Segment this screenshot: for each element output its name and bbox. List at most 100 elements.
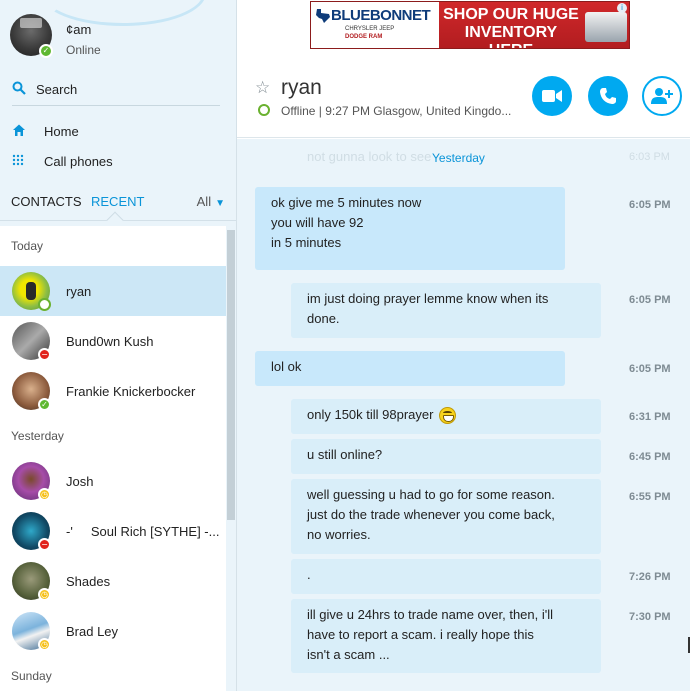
profile-card[interactable]: ✓ ¢am Online	[10, 14, 230, 62]
message-bubble-incoming[interactable]: ok give me 5 minutes now you will have 9…	[255, 187, 565, 270]
message-line: have to report a scam. i really hope thi…	[307, 627, 534, 642]
grin-emoji-icon	[439, 407, 457, 425]
away-status-icon: ◷	[38, 588, 51, 601]
nav-home-label: Home	[44, 123, 79, 139]
contact-row-ryan[interactable]: ryan	[0, 266, 226, 316]
contact-row-soul-rich[interactable]: − -' Soul Rich [SYTHE] -...	[0, 506, 226, 556]
away-status-icon: ◷	[38, 638, 51, 651]
message-line: done.	[307, 311, 340, 326]
ad-logo: BLUEBONNET CHRYSLER JEEP DODGE RAM	[311, 2, 439, 48]
truck-image	[585, 12, 627, 42]
nav-call-phones[interactable]: Call phones	[12, 149, 212, 173]
contact-name: Josh	[66, 474, 94, 489]
message-bubble-outgoing[interactable]: .	[291, 559, 601, 594]
message-bubble-outgoing[interactable]: im just doing prayer lemme know when its…	[291, 283, 601, 338]
dnd-status-icon: −	[38, 348, 51, 361]
online-status-icon: ✓	[39, 44, 53, 58]
section-today: Today	[11, 239, 44, 253]
scrollbar-thumb[interactable]	[227, 230, 235, 520]
contact-row-shades[interactable]: ◷ Shades	[0, 556, 226, 606]
ad-makes-line1: CHRYSLER JEEP	[345, 26, 395, 32]
ad-brand: BLUEBONNET	[331, 7, 431, 24]
phone-icon	[600, 88, 616, 104]
search-icon	[12, 81, 36, 99]
message-line: well guessing u had to go for some reaso…	[307, 487, 555, 502]
nav-call-phones-label: Call phones	[44, 153, 113, 169]
message-bubble-outgoing[interactable]: only 150k till 98prayer	[291, 399, 601, 434]
faded-message-time: 6:03 PM	[629, 151, 670, 163]
ad-makes-line2: DODGE RAM	[345, 34, 383, 40]
message-line: you will have 92	[271, 215, 364, 230]
message-timestamp: 6:55 PM	[629, 491, 671, 503]
presence-text: Offline | 9:27 PM Glasgow, United Kingdo…	[281, 104, 512, 118]
message-bubble-outgoing[interactable]: ill give u 24hrs to trade name over, the…	[291, 599, 601, 673]
message-timestamp: 6:05 PM	[629, 199, 671, 211]
contact-row-bund0wn-kush[interactable]: − Bund0wn Kush	[0, 316, 226, 366]
message-bubble-incoming[interactable]: lol ok	[255, 351, 565, 386]
texas-shape-icon	[316, 9, 330, 23]
add-person-icon	[651, 88, 673, 104]
ad-banner[interactable]: BLUEBONNET CHRYSLER JEEP DODGE RAM SHOP …	[310, 1, 630, 49]
recent-list: Today ryan − Bund0wn Kush ✓ Frankie Knic…	[0, 226, 226, 691]
message-timestamp: 6:45 PM	[629, 451, 671, 463]
tab-contacts[interactable]: CONTACTS	[11, 194, 82, 209]
message-line: ok give me 5 minutes now	[271, 195, 422, 210]
message-line: u still online?	[307, 447, 383, 462]
conversation-pane[interactable]: not gunna look to see 6:03 PM Yesterday …	[237, 139, 690, 691]
message-bubble-outgoing[interactable]: well guessing u had to go for some reaso…	[291, 479, 601, 554]
video-camera-icon	[542, 90, 562, 102]
profile-name: ¢am	[66, 22, 92, 37]
message-line: just do the trade whenever you come back…	[307, 507, 555, 522]
contacts-scrollbar[interactable]	[226, 226, 236, 691]
chat-title: ryan	[281, 76, 322, 99]
contact-name: ryan	[66, 284, 92, 299]
contact-name: Frankie Knickerbocker	[66, 384, 196, 399]
contact-name: Shades	[66, 574, 111, 589]
audio-call-button[interactable]	[588, 76, 628, 116]
dnd-status-icon: −	[38, 538, 51, 551]
filter-label: All	[196, 194, 212, 209]
contact-row-brad-ley[interactable]: ◷ Brad Ley	[0, 606, 226, 656]
search-button[interactable]: Search	[12, 74, 220, 106]
faded-message-text: not gunna look to see	[307, 149, 432, 164]
sidebar: ✓ ¢am Online Search Home Call phones CON…	[0, 0, 237, 691]
filter-dropdown[interactable]: All ▼	[197, 194, 225, 209]
offline-status-icon	[258, 104, 270, 116]
contact-tabs: CONTACTS RECENT All ▼	[11, 191, 227, 213]
add-participant-button[interactable]	[642, 76, 682, 116]
contact-name: Bund0wn Kush	[66, 334, 154, 349]
contact-row-frankie-knickerbocker[interactable]: ✓ Frankie Knickerbocker	[0, 366, 226, 416]
offline-status-icon	[38, 298, 51, 311]
message-line: only 150k till 98prayer	[307, 407, 434, 422]
away-status-icon: ◷	[38, 488, 51, 501]
tab-recent[interactable]: RECENT	[91, 194, 144, 209]
home-icon	[12, 123, 44, 140]
search-label: Search	[36, 82, 78, 97]
online-status-icon: ✓	[38, 398, 51, 411]
message-timestamp: 7:26 PM	[629, 571, 671, 583]
message-timestamp: 6:05 PM	[629, 363, 671, 375]
chevron-down-icon: ▼	[215, 198, 225, 209]
contact-name: -' Soul Rich [SYTHE] -...	[66, 524, 220, 539]
contact-row-josh[interactable]: ◷ Josh	[0, 456, 226, 506]
message-timestamp: 6:05 PM	[629, 294, 671, 306]
message-line: lol ok	[271, 359, 302, 374]
message-line: in 5 minutes	[271, 235, 342, 250]
nav-home[interactable]: Home	[12, 119, 212, 143]
video-call-button[interactable]	[532, 76, 572, 116]
message-line: im just doing prayer lemme know when its	[307, 291, 549, 306]
message-timestamp: 6:31 PM	[629, 411, 671, 423]
ad-info-icon[interactable]: i	[617, 3, 627, 13]
message-line: ill give u 24hrs to trade name over, the…	[307, 607, 554, 622]
chat-header: ☆ ryan Offline | 9:27 PM Glasgow, United…	[237, 60, 690, 138]
message-line: isn't a scam ...	[307, 647, 390, 662]
section-sunday: Sunday	[11, 669, 52, 683]
message-line: .	[307, 567, 311, 582]
dialpad-icon	[12, 154, 44, 169]
contact-name: Brad Ley	[66, 624, 119, 639]
message-line: no worries.	[307, 527, 371, 542]
favorite-star-icon[interactable]: ☆	[255, 78, 270, 98]
message-bubble-outgoing[interactable]: u still online?	[291, 439, 601, 474]
section-yesterday: Yesterday	[11, 429, 64, 443]
date-separator: Yesterday	[432, 151, 485, 165]
